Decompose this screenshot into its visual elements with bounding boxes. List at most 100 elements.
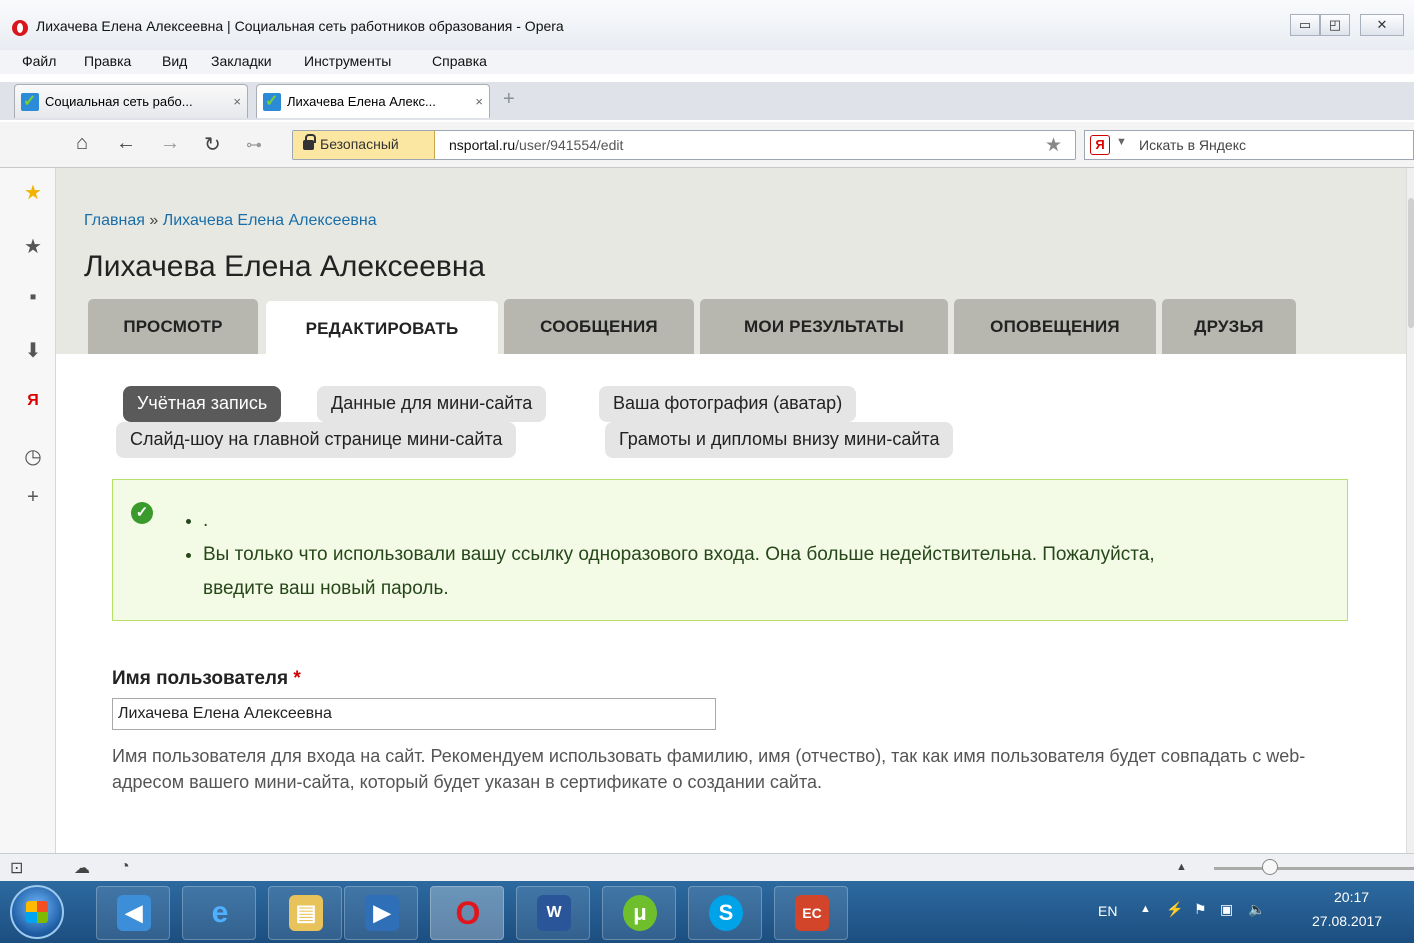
address-toolbar: ⌂ ← → ↻ ⊶ Безопасный nsportal.ru/user/94… [0,122,1414,168]
close-tab-icon[interactable]: × [233,94,241,109]
taskbar-word[interactable]: W [516,886,590,940]
message-list: . Вы только что использовали вашу ссылку… [203,504,1223,606]
required-mark: * [293,668,301,689]
breadcrumb: Главная » Лихачева Елена Алексеевна [84,212,377,230]
taskbar-explorer[interactable]: ▤ [268,886,342,940]
address-field[interactable]: Безопасный nsportal.ru/user/941554/edit … [292,130,1076,160]
clock-time[interactable]: 20:17 [1334,889,1369,905]
bookmark-star-icon[interactable]: ★ [22,234,44,259]
taskbar-ie[interactable]: e [182,886,256,940]
chevron-down-icon[interactable]: ▼ [1116,136,1127,148]
browser-sidebar: ★ ★ ▪ ⬇ Я ◷ + [0,168,56,853]
search-field[interactable]: Я ▼ Искать в Яндекс [1084,130,1414,160]
taskbar-utorrent[interactable]: μ [602,886,676,940]
page-content: Главная » Лихачева Елена Алексеевна Лиха… [56,168,1406,853]
close-window-button[interactable]: ✕ [1360,14,1404,36]
tab-title: Социальная сеть рабо... [45,94,193,109]
tab-view[interactable]: ПРОСМОТР [88,299,258,354]
breadcrumb-current-link[interactable]: Лихачева Елена Алексеевна [163,212,377,229]
security-badge[interactable]: Безопасный [293,131,435,159]
opera-icon: O [455,895,481,931]
browser-tab-active[interactable]: Лихачева Елена Алекс... × [256,84,490,118]
taskbar-presentation[interactable]: EC [774,886,848,940]
subtab-minisite-data[interactable]: Данные для мини-сайта [317,386,547,422]
device-icon[interactable]: ▣ [1220,901,1233,918]
subtab-account[interactable]: Учётная запись [123,386,282,422]
tab-edit[interactable]: РЕДАКТИРОВАТЬ [266,301,498,356]
minimize-button[interactable]: ▭ [1290,14,1320,36]
taskbar-skype[interactable]: S [688,886,762,940]
notes-icon[interactable]: ▪ [22,286,44,309]
url-host: nsportal.ru [449,137,516,153]
tab-my-results[interactable]: МОИ РЕЗУЛЬТАТЫ [700,299,948,354]
status-message-box: ✓ . Вы только что использовали вашу ссыл… [112,479,1348,621]
clock-date[interactable]: 27.08.2017 [1312,913,1382,929]
windows-taskbar: ◀ e ▤ ▶ O W μ S EC EN ▲ ⚡ ⚑ ▣ 🔈 20:17 27… [0,881,1414,943]
start-button[interactable] [10,885,64,939]
menu-file[interactable]: Файл [22,53,56,69]
opera-logo-icon [12,20,28,36]
reload-icon[interactable]: ↻ [204,132,221,157]
menu-tools[interactable]: Инструменты [304,53,391,69]
username-label-text: Имя пользователя [112,668,289,689]
skype-icon: S [709,895,743,931]
scrollbar-thumb[interactable] [1408,198,1414,328]
close-tab-icon[interactable]: × [475,94,483,109]
back-arrow-icon[interactable]: ← [116,132,136,155]
subtab-avatar[interactable]: Ваша фотография (аватар) [599,386,857,422]
speaker-icon[interactable]: 🔈 [1248,901,1265,918]
tab-notifications[interactable]: ОПОВЕЩЕНИЯ [954,299,1156,354]
new-tab-icon[interactable]: + [503,88,515,111]
window-titlebar: Лихачева Елена Алексеевна | Социальная с… [0,0,1414,50]
site-favicon-icon [263,91,281,111]
action-center-flag-icon[interactable]: ⚑ [1194,901,1207,918]
zoom-slider-handle[interactable] [1262,859,1278,875]
add-icon[interactable]: + [22,486,44,509]
tab-messages[interactable]: СООБЩЕНИЯ [504,299,694,354]
search-placeholder: Искать в Яндекс [1139,137,1246,153]
tab-strip: Социальная сеть рабо... × Лихачева Елена… [0,82,1414,120]
tray-expand-icon[interactable]: ▲ [1140,903,1151,915]
tab-friends[interactable]: ДРУЗЬЯ [1162,299,1296,354]
bookmark-star-icon[interactable]: ★ [1045,134,1062,157]
key-icon[interactable]: ⊶ [246,135,262,155]
forward-arrow-icon[interactable]: → [160,132,180,155]
home-icon[interactable]: ⌂ [76,132,88,155]
menu-help[interactable]: Справка [432,53,487,69]
language-indicator[interactable]: EN [1098,903,1117,919]
yandex-icon[interactable]: Я [22,392,44,410]
url-text[interactable]: nsportal.ru/user/941554/edit [449,137,623,153]
breadcrumb-separator: » [149,212,159,229]
panel-toggle-icon[interactable]: ⊡ [10,858,23,878]
browser-tab[interactable]: Социальная сеть рабо... × [14,84,248,118]
taskbar-volume-app[interactable]: ◀ [96,886,170,940]
yandex-logo-icon[interactable]: Я [1090,135,1110,155]
status-bar: ⊡ ☁ ◔ ▲ [0,853,1414,881]
speed-dial-icon[interactable]: ◔ [120,858,130,876]
downloads-icon[interactable]: ⬇ [22,338,44,363]
message-item: . [203,504,1223,538]
file-explorer-icon: ▤ [289,895,323,931]
taskbar-media[interactable]: ▶ [344,886,418,940]
zoom-up-icon[interactable]: ▲ [1176,861,1187,873]
subtab-slideshow[interactable]: Слайд-шоу на главной странице мини-сайта [116,422,517,458]
presentation-icon: EC [795,895,829,931]
username-field[interactable] [112,698,716,730]
network-icon[interactable]: ⚡ [1166,901,1183,918]
breadcrumb-home-link[interactable]: Главная [84,212,145,229]
maximize-button[interactable]: ◰ [1320,14,1350,36]
star-icon[interactable]: ★ [22,180,44,205]
tab-title: Лихачева Елена Алекс... [287,94,436,109]
turbo-cloud-icon[interactable]: ☁ [74,858,90,878]
taskbar-opera[interactable]: O [430,886,504,940]
utorrent-icon: μ [623,895,657,931]
vertical-scrollbar[interactable] [1406,168,1414,853]
history-icon[interactable]: ◷ [22,444,44,469]
zoom-slider-track[interactable] [1214,867,1414,870]
menu-edit[interactable]: Правка [84,53,131,69]
word-icon: W [537,895,571,931]
menu-view[interactable]: Вид [162,53,187,69]
subtab-diplomas[interactable]: Грамоты и дипломы внизу мини-сайта [605,422,954,458]
menu-bookmarks[interactable]: Закладки [211,53,272,69]
page-title: Лихачева Елена Алексеевна [84,250,486,283]
